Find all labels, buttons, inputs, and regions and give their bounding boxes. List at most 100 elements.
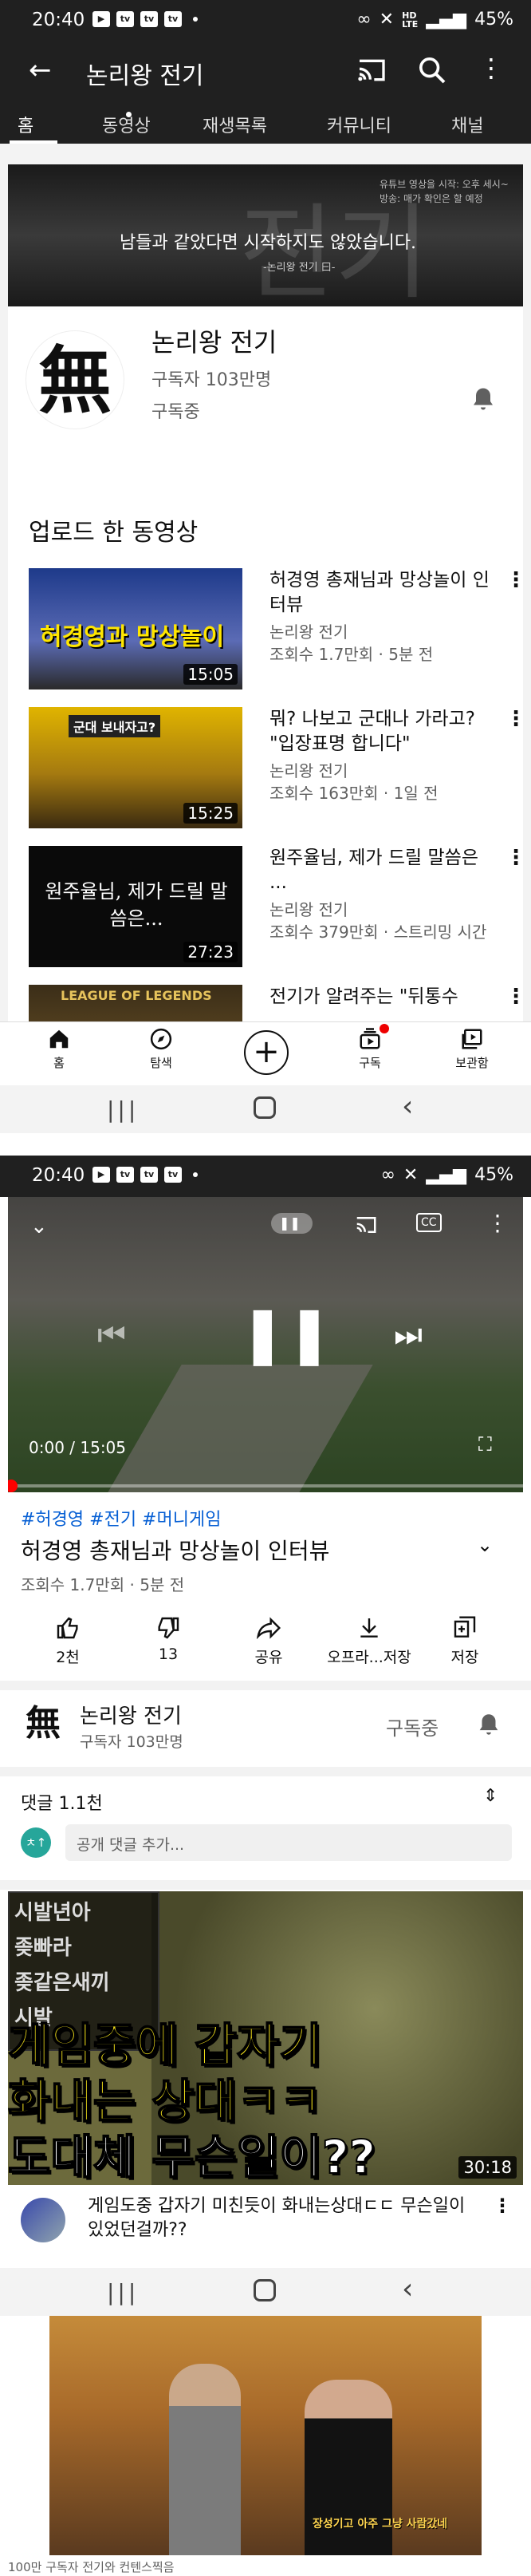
nav-explore[interactable]: 탐색 — [129, 1027, 193, 1071]
screen-photo: 장성기고 아주 그냥 사람갔네 100만 구독자 전기와 컨텐스찍음 — [8, 2316, 523, 2576]
screen-channel-home: 20:40 ▶ tv tv tv ∞ ✕ HD LTE ▂▄▆ 45% ← 논리왕… — [0, 0, 531, 1133]
progress-bar[interactable] — [8, 1484, 523, 1488]
channel-name: 논리왕 전기 — [151, 327, 277, 358]
more-vert-icon[interactable]: ⋮ — [505, 568, 523, 592]
nav-subscriptions[interactable]: 구독 — [338, 1027, 402, 1071]
link-icon: ∞ — [380, 1165, 395, 1185]
person-figure — [169, 2364, 241, 2555]
subscriber-count: 구독자 103만명 — [151, 370, 272, 390]
tab-playlists[interactable]: 재생목록 — [203, 112, 267, 137]
tab-home[interactable]: 홈 — [18, 112, 33, 137]
pause-icon[interactable]: ❚❚ — [239, 1301, 332, 1366]
video-duration: 30:18 — [458, 2156, 517, 2179]
channel-avatar[interactable]: 無 — [21, 1701, 65, 1746]
bell-icon[interactable] — [469, 385, 498, 413]
next-icon[interactable]: ⏭ — [394, 1317, 423, 1353]
recents-icon[interactable]: ||| — [107, 1096, 139, 1123]
banner-info: 유튜브 영상을 시작: 오후 세시~ 방송: 매가 확인은 할 예정 — [380, 179, 509, 204]
nav-home[interactable]: 홈 — [27, 1027, 91, 1071]
channel-row[interactable]: 無 논리왕 전기 구독자 103만명 구독중 — [0, 1690, 531, 1767]
video-thumbnail[interactable]: 원주율님, 제가 드릴 말씀은... 27:23 — [29, 846, 242, 967]
channel-tabs: 홈 동영상 재생목록 커뮤니티 채널 — [0, 112, 531, 144]
video-row[interactable]: LEAGUE OF LEGENDS 전기가 알려주는 "뒤통수 ⋮ — [29, 985, 523, 1026]
minimize-chevron-icon[interactable]: ⌄ — [30, 1215, 48, 1239]
video-row[interactable]: 군대 보내자고? 15:25 뭐? 나보고 군대나 가라고? "입장표명 합니다… — [29, 707, 523, 832]
video-hashtags[interactable]: #허경영 #전기 #머니게임 — [21, 1505, 221, 1531]
fullscreen-icon[interactable]: ⛶ — [478, 1433, 492, 1456]
video-player[interactable]: ⌄ ❚❚ CC ⋮ ⏮ ❚❚ ⏭ 0:00 / 15:05 ⛶ — [8, 1197, 523, 1492]
channel-avatar[interactable]: 無 — [26, 330, 124, 429]
comments-section[interactable]: 댓글 1.1천 ⇕ ㅊ↑ 공개 댓글 추가... — [0, 1778, 531, 1874]
autoplay-toggle-icon[interactable]: ❚❚ — [271, 1213, 313, 1234]
video-meta: 조회수 1.7만회 · 5분 전 — [21, 1575, 185, 1594]
photo-image: 장성기고 아주 그냥 사람갔네 — [49, 2316, 482, 2555]
video-meta: 조회수 1.7만회 · 5분 전 — [269, 645, 434, 664]
video-title[interactable]: 허경영 총재님과 망상놀이 인터뷰 — [269, 568, 493, 618]
video-thumbnail[interactable]: 군대 보내자고? 15:25 — [29, 707, 242, 828]
status-time: 20:40 — [32, 10, 85, 30]
status-bar: 20:40 ▶ tv tv tv ∞ ✕ ▂▄▆ 45% — [0, 1156, 531, 1197]
share-icon — [256, 1617, 281, 1640]
back-chevron-icon[interactable]: ‹ — [402, 1090, 413, 1123]
nav-library[interactable]: 보관함 — [440, 1027, 504, 1071]
more-vert-icon[interactable]: ⋮ — [493, 2195, 512, 2217]
download-button[interactable]: 오프라...저장 — [319, 1615, 419, 1667]
tab-community[interactable]: 커뮤니티 — [327, 112, 391, 137]
more-vert-icon[interactable]: ⋮ — [486, 1210, 509, 1236]
channel-avatar[interactable] — [21, 2198, 65, 2242]
nav-subscriptions-label: 구독 — [359, 1056, 381, 1070]
recommended-video-info[interactable]: 게임도중 갑자기 미친듯이 화내는상대ㄷㄷ 무슨일이 있었던걸까?? ⋮ — [0, 2191, 531, 2247]
create-plus-icon[interactable]: + — [244, 1030, 289, 1075]
back-chevron-icon[interactable]: ‹ — [402, 2273, 413, 2305]
previous-icon[interactable]: ⏮ — [97, 1317, 126, 1353]
save-label: 저장 — [450, 1649, 479, 1666]
subscribed-button[interactable]: 구독중 — [386, 1713, 439, 1740]
video-title[interactable]: 전기가 알려주는 "뒤통수 — [269, 985, 493, 1009]
more-vert-icon[interactable]: ⋮ — [478, 53, 504, 83]
thumbs-up-icon — [57, 1617, 78, 1639]
video-thumbnail[interactable]: 허경영과 망상놀이 15:05 — [29, 568, 242, 689]
more-vert-icon[interactable]: ⋮ — [505, 846, 523, 870]
new-badge-dot — [380, 1024, 389, 1033]
video-thumbnail[interactable]: LEAGUE OF LEGENDS — [29, 985, 242, 1026]
more-notifications-dot — [193, 1172, 198, 1177]
home-button-icon[interactable] — [254, 1096, 276, 1119]
youtube-notification-icon: ▶ — [92, 1167, 110, 1183]
status-right: ∞ ✕ HD LTE ▂▄▆ 45% — [356, 10, 513, 30]
dislike-button[interactable]: 13 — [124, 1615, 212, 1663]
video-channel: 논리왕 전기 — [269, 622, 348, 642]
back-arrow-icon[interactable]: ← — [29, 54, 52, 86]
like-button[interactable]: 2천 — [24, 1615, 112, 1667]
video-title[interactable]: 게임도중 갑자기 미친듯이 화내는상대ㄷㄷ 무슨일이 있었던걸까?? — [88, 2195, 478, 2242]
share-button[interactable]: 공유 — [225, 1615, 313, 1667]
tab-channels[interactable]: 채널 — [451, 112, 483, 137]
video-title[interactable]: 뭐? 나보고 군대나 가라고? "입장표명 합니다" — [269, 707, 493, 757]
video-duration: 15:25 — [183, 803, 238, 824]
more-vert-icon[interactable]: ⋮ — [505, 985, 523, 1009]
recommended-video-thumbnail[interactable]: 시발년아 좆빠라 좆같은새끼 시발 게임중에 갑자기 화내는 상대ㅋㅋ 도대체 … — [8, 1891, 523, 2185]
system-nav-bar: ||| ‹ — [0, 1085, 531, 1133]
more-vert-icon[interactable]: ⋮ — [505, 707, 523, 731]
captions-icon[interactable]: CC — [416, 1213, 442, 1232]
expand-sort-icon[interactable]: ⇕ — [483, 1786, 498, 1806]
subscribed-button[interactable]: 구독중 — [151, 397, 200, 423]
search-icon[interactable] — [416, 54, 448, 86]
cast-icon[interactable] — [356, 54, 387, 86]
video-row[interactable]: 원주율님, 제가 드릴 말씀은... 27:23 원주율님, 제가 드릴 말씀은… — [29, 846, 523, 970]
network-label: HD LTE — [402, 10, 419, 30]
uploads-section: 업로드 한 동영상 허경영과 망상놀이 15:05 허경영 총재님과 망상놀이 … — [8, 492, 523, 1026]
expand-chevron-icon[interactable]: ⌄ — [477, 1534, 493, 1556]
video-duration: 27:23 — [183, 942, 238, 962]
cast-icon[interactable] — [352, 1213, 380, 1237]
video-row[interactable]: 허경영과 망상놀이 15:05 허경영 총재님과 망상놀이 인터뷰 논리왕 전기… — [29, 568, 523, 693]
channel-name[interactable]: 논리왕 전기 — [80, 1700, 182, 1729]
youtube-notification-icon: ▶ — [92, 11, 110, 27]
recents-icon[interactable]: ||| — [107, 2279, 139, 2305]
bell-icon[interactable] — [475, 1711, 502, 1738]
comment-input[interactable]: 공개 댓글 추가... — [65, 1824, 512, 1861]
save-button[interactable]: 저장 — [421, 1615, 509, 1667]
video-title[interactable]: 원주율님, 제가 드릴 말씀은 ... — [269, 846, 493, 895]
home-button-icon[interactable] — [254, 2279, 276, 2301]
compass-icon — [150, 1028, 172, 1050]
new-content-dot — [126, 112, 132, 117]
